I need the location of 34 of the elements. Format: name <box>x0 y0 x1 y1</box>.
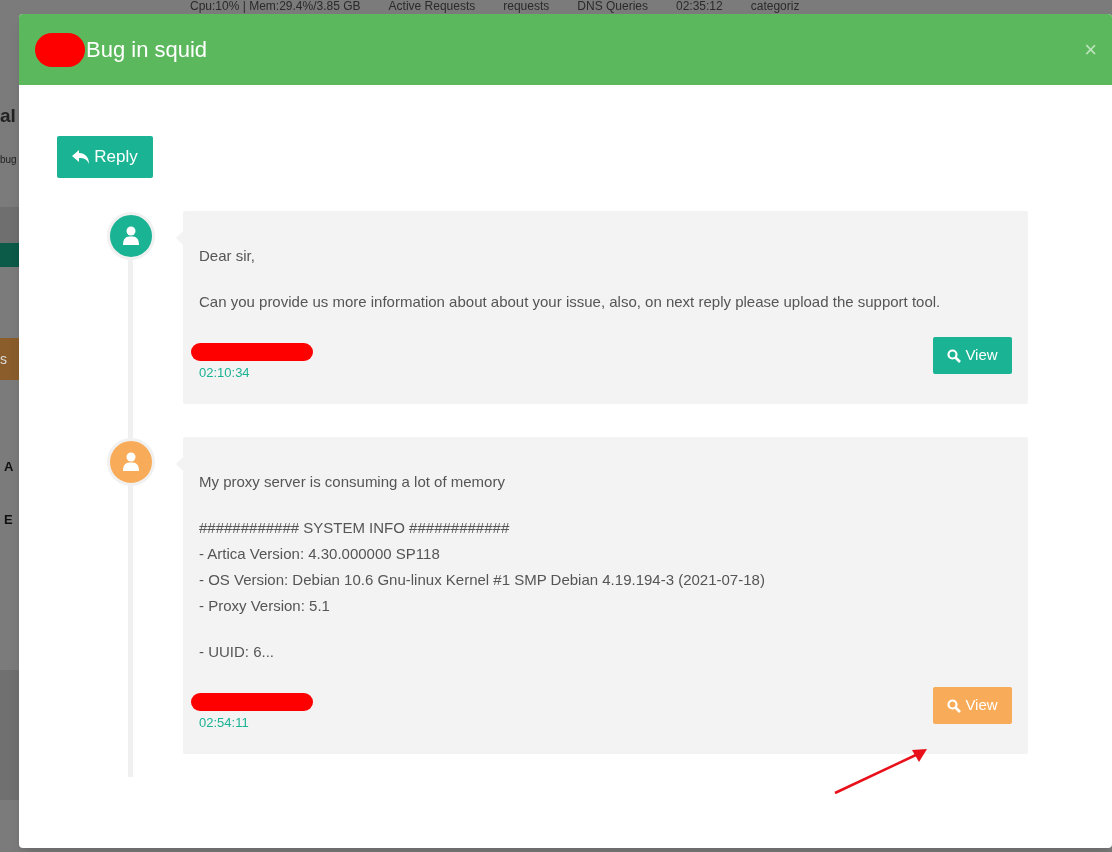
status-item: 02:35:12 <box>676 0 723 13</box>
page-button[interactable]: s <box>0 338 19 380</box>
status-item: categoriz <box>750 0 800 13</box>
status-item: Active Requests <box>388 0 476 13</box>
page-band <box>0 207 19 243</box>
message-text: - UUID: 6... <box>199 642 275 662</box>
message-time: 02:54:11 <box>199 713 250 732</box>
redaction-mark <box>35 32 85 67</box>
page-subtitle: bug <box>0 153 17 167</box>
tab-bar <box>0 243 19 267</box>
table-cell-text: A <box>4 458 14 476</box>
message-text: - OS Version: Debian 10.6 Gnu-linux Kernel #1 SMP Debian 4.19.194-3 (2021-07-18) <box>199 570 766 590</box>
message-time: 02:10:34 <box>199 363 251 382</box>
message-text: ############ SYSTEM INFO ############ <box>199 518 511 538</box>
status-item: DNS Queries <box>577 0 648 13</box>
status-item: Cpu:10% | Mem:29.4%/3.85 GB <box>190 0 361 13</box>
user-icon <box>122 226 140 246</box>
message-text: Dear sir, <box>199 246 256 266</box>
message-text: Can you provide us more information about about your issue, also, on next reply please upload the support tool. <box>199 292 942 312</box>
view-button[interactable]: View <box>933 687 1012 724</box>
reply-button[interactable]: Reply <box>57 136 153 178</box>
reply-icon <box>72 149 91 165</box>
message-text: - Artica Version: 4.30.000000 SP118 <box>199 544 441 564</box>
modal-title: Bug in squid <box>86 36 208 64</box>
search-icon <box>947 348 962 363</box>
search-icon <box>947 698 962 713</box>
user-icon <box>122 452 140 472</box>
page-heading: al <box>0 104 16 128</box>
message-text: - Proxy Version: 5.1 <box>199 596 331 616</box>
status-item: requests <box>503 0 550 13</box>
view-button[interactable]: View <box>933 337 1012 374</box>
table-cell-text: E <box>4 511 13 529</box>
close-button[interactable]: × <box>1084 38 1097 61</box>
message-text: My proxy server is consuming a lot of memory <box>199 472 506 492</box>
